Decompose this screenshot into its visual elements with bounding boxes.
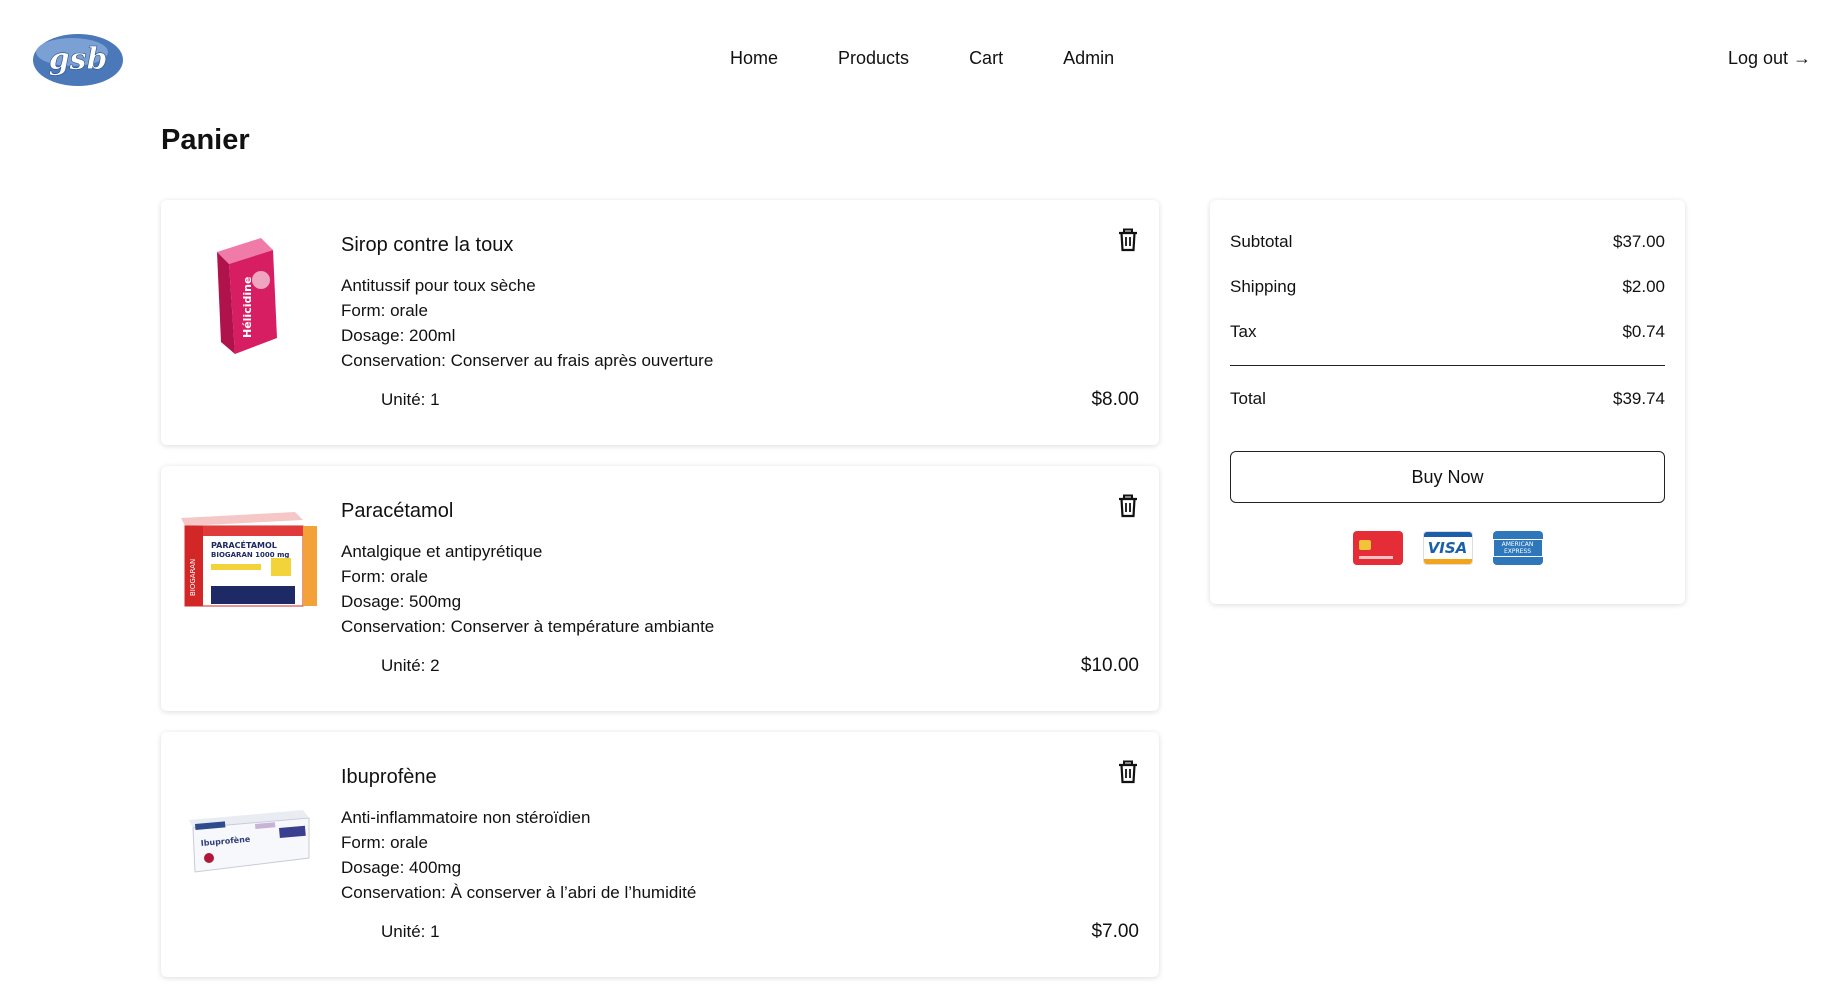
nav-home[interactable]: Home [730, 48, 778, 69]
credit-card-icon [1352, 531, 1403, 565]
product-image-paracetamol: PARACÉTAMOL BIOGARAN 1000 mg BIOGARAN [181, 512, 317, 607]
buy-now-button[interactable]: Buy Now [1230, 451, 1665, 503]
item-quantity: Unité: 2 [381, 656, 440, 675]
item-form: Form: orale [341, 567, 428, 586]
product-image-ibuprofene: Ibuprofène [189, 810, 310, 873]
subtotal-label: Subtotal [1230, 232, 1293, 251]
trash-icon[interactable] [1117, 760, 1139, 784]
item-price: $8.00 [1091, 389, 1139, 410]
item-description: Antalgique et antipyrétique [341, 542, 543, 561]
nav-admin[interactable]: Admin [1063, 48, 1114, 69]
logout-link[interactable]: Log out → [1728, 48, 1811, 69]
item-dosage: Dosage: 500mg [341, 592, 462, 611]
item-dosage: Dosage: 200ml [341, 326, 456, 345]
visa-icon: VISA [1422, 531, 1473, 565]
cart-item: Hélicidine Sirop contre la toux Antituss… [161, 200, 1159, 445]
item-name[interactable]: Paracétamol [341, 500, 714, 523]
subtotal-row: Subtotal $37.00 [1230, 232, 1665, 252]
item-description: Antitussif pour toux sèche [341, 276, 536, 295]
tax-value: $0.74 [1622, 322, 1665, 341]
item-price: $7.00 [1091, 921, 1139, 942]
item-conservation: Conservation: Conserver à température am… [341, 617, 715, 636]
cart-item: Ibuprofène Ibuprofène Anti-inflammatoire… [161, 732, 1159, 977]
item-name[interactable]: Ibuprofène [341, 766, 696, 789]
svg-text:gsb: gsb [49, 42, 108, 77]
item-info: Ibuprofène Anti-inflammatoire non stéroï… [341, 766, 696, 905]
trash-icon[interactable] [1117, 494, 1139, 518]
payment-methods: VISA AMERICAN EXPRESS [1210, 531, 1685, 565]
item-conservation: Conservation: Conserver au frais après o… [341, 351, 714, 370]
amex-icon: AMERICAN EXPRESS [1492, 531, 1543, 565]
tax-label: Tax [1230, 322, 1257, 341]
summary-divider [1230, 365, 1665, 366]
tax-row: Tax $0.74 [1230, 322, 1665, 342]
header: gsb Home Products Cart Admin Log out → [0, 0, 1838, 120]
nav-cart[interactable]: Cart [969, 48, 1003, 69]
item-dosage: Dosage: 400mg [341, 858, 462, 877]
shipping-row: Shipping $2.00 [1230, 277, 1665, 297]
total-value: $39.74 [1613, 389, 1665, 408]
subtotal-value: $37.00 [1613, 232, 1665, 251]
shipping-value: $2.00 [1622, 277, 1665, 296]
cart-item: PARACÉTAMOL BIOGARAN 1000 mg BIOGARAN Pa… [161, 466, 1159, 711]
svg-text:BIOGARAN 1000 mg: BIOGARAN 1000 mg [211, 551, 289, 559]
item-name[interactable]: Sirop contre la toux [341, 234, 713, 257]
item-quantity: Unité: 1 [381, 390, 440, 409]
gsb-logo[interactable]: gsb [32, 30, 124, 90]
main-nav: Home Products Cart Admin [730, 48, 1114, 69]
item-info: Sirop contre la toux Antitussif pour tou… [341, 234, 713, 373]
svg-text:BIOGARAN: BIOGARAN [189, 559, 197, 596]
item-form: Form: orale [341, 833, 428, 852]
product-image-sirop: Hélicidine [217, 238, 277, 354]
page-title: Panier [161, 124, 250, 156]
item-description: Anti-inflammatoire non stéroïdien [341, 808, 591, 827]
svg-text:PARACÉTAMOL: PARACÉTAMOL [211, 539, 277, 550]
shipping-label: Shipping [1230, 277, 1297, 296]
item-price: $10.00 [1080, 655, 1139, 676]
order-summary: Subtotal $37.00 Shipping $2.00 Tax $0.74… [1210, 200, 1685, 604]
total-label: Total [1230, 389, 1266, 408]
item-conservation: Conservation: À conserver à l’abri de l’… [341, 883, 697, 902]
item-form: Form: orale [341, 301, 428, 320]
item-info: Paracétamol Antalgique et antipyrétique … [341, 500, 714, 639]
svg-text:Hélicidine: Hélicidine [241, 277, 254, 338]
trash-icon[interactable] [1117, 228, 1139, 252]
nav-products[interactable]: Products [838, 48, 909, 69]
item-quantity: Unité: 1 [381, 922, 440, 941]
total-row: Total $39.74 [1230, 389, 1665, 409]
cart-items-list: Hélicidine Sirop contre la toux Antituss… [161, 200, 1159, 998]
